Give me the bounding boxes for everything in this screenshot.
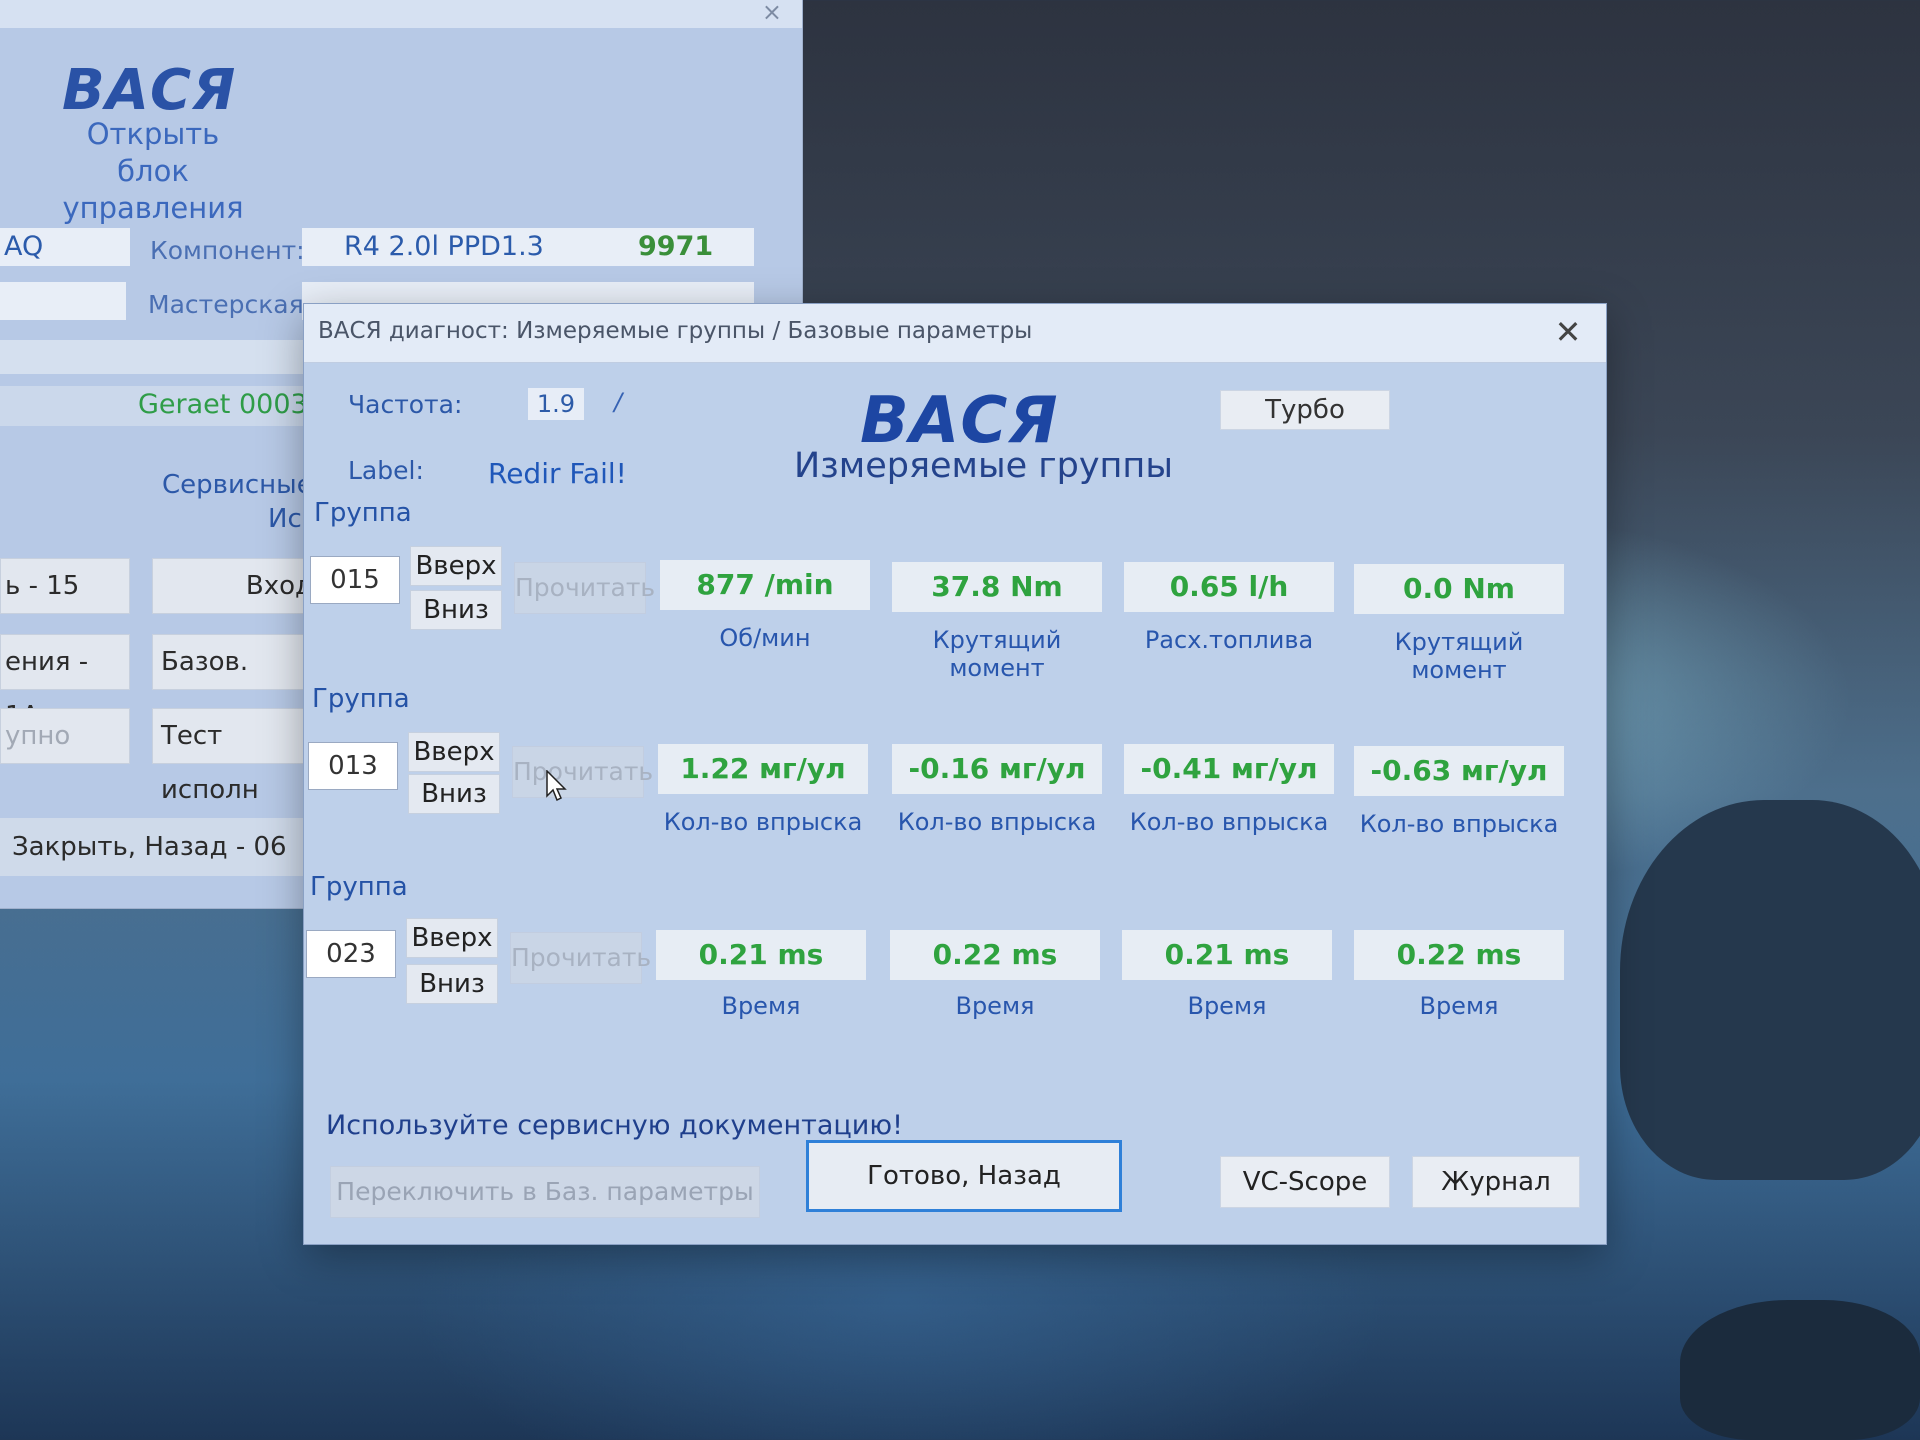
component-label: Компонент: [150,236,305,265]
label-value: Redir Fail! [488,457,627,490]
group-2-up-button[interactable]: Вверх [408,732,500,772]
switch-basic-params-button[interactable]: Переключить в Баз. параметры [330,1166,760,1218]
group-2-number-input[interactable]: 013 [308,742,398,790]
group-2-value-4: -0.63 мг/ул [1354,746,1564,796]
close-icon[interactable]: ✕ [1548,312,1588,352]
workshop-label: Мастерская: [148,290,313,319]
group-3-label-2: Время [955,992,1035,1020]
wallpaper-rock [1680,1300,1920,1440]
dialog-titlebar: ВАСЯ диагност: Измеряемые группы / Базов… [304,304,1606,363]
group-3-value-3: 0.21 ms [1122,930,1332,980]
group-1-label-2: Крутящий момент [932,626,1062,682]
service-doc-hint: Используйте сервисную документацию! [326,1110,903,1141]
group-3-read-button[interactable]: Прочитать [510,932,651,984]
group-3-value-1: 0.21 ms [656,930,866,980]
frequency-value: 1.9 [528,388,584,420]
group-2-down-button[interactable]: Вниз [408,774,500,814]
group-1-label-3: Расх.топлива [1144,626,1314,654]
group-3-label-1: Время [721,992,801,1020]
dialog-title: ВАСЯ диагност: Измеряемые группы / Базов… [318,318,1033,344]
dialog-subtitle: Измеряемые группы [794,446,1173,486]
group-1-read-button[interactable]: Прочитать [514,562,655,614]
bg-button-actuator-test[interactable]: Тест исполн [152,708,322,805]
group-3-label-4: Время [1419,992,1499,1020]
component-field: R4 2.0l PPD1.3 9971 [302,228,754,266]
group-3-up-button[interactable]: Вверх [406,918,498,958]
group-1-value-3: 0.65 l/h [1124,562,1334,612]
group-2-label-4: Кол-во впрыска [1359,810,1559,838]
group-1-value-2: 37.8 Nm [892,562,1102,612]
bg-button-left-3[interactable]: упно [0,708,130,764]
wallpaper-rock [1620,800,1920,1180]
bg-button-login[interactable]: Вход [152,558,318,614]
group-2-label-3: Кол-во впрыска [1129,808,1329,836]
group-2-read-button[interactable]: Прочитать [512,746,653,798]
background-titlebar: × [0,0,802,28]
close-icon[interactable]: × [762,0,782,26]
group-2-label-1: Кол-во впрыска [663,808,863,836]
component-code: 9971 [638,231,714,262]
group-2-value-2: -0.16 мг/ул [892,744,1102,794]
bg-button-close-back[interactable]: Закрыть, Назад - 06 [0,818,312,876]
group-1-value-4: 0.0 Nm [1354,564,1564,614]
bg-button-left-1[interactable]: ь - 15 [0,558,130,614]
frequency-slash: / [614,388,623,416]
group-1-label-1: Об/мин [719,624,811,652]
group-3-number-input[interactable]: 023 [306,930,396,978]
done-back-button[interactable]: Готово, Назад [806,1140,1122,1212]
frequency-label: Частота: [348,390,463,419]
group-1-title: Группа [314,498,412,528]
geraet-text: Geraet 0003 [138,389,308,420]
mouse-cursor-icon [546,770,567,802]
vc-scope-button[interactable]: VC-Scope [1220,1156,1390,1208]
group-3-title: Группа [310,872,408,902]
group-1-down-button[interactable]: Вниз [410,590,502,630]
group-1-label-4: Крутящий момент [1394,628,1524,684]
bg-button-basic-params[interactable]: Базов. пара [152,634,322,731]
group-3-label-3: Время [1187,992,1267,1020]
open-control-unit-link[interactable]: Открыть блок управления [48,116,258,227]
group-1-value-1: 877 /min [660,560,870,610]
field-empty [0,282,126,320]
turbo-button[interactable]: Турбо [1220,390,1390,430]
journal-button[interactable]: Журнал [1412,1156,1580,1208]
group-3-value-2: 0.22 ms [890,930,1100,980]
group-2-value-1: 1.22 мг/ул [658,744,868,794]
label-label: Label: [348,456,424,485]
group-2-label-2: Кол-во впрыска [897,808,1097,836]
group-1-number-input[interactable]: 015 [310,556,400,604]
measuring-groups-dialog: ВАСЯ диагност: Измеряемые группы / Базов… [304,304,1606,1244]
service-title: Сервисные [162,470,313,500]
group-3-value-4: 0.22 ms [1354,930,1564,980]
bg-button-left-2[interactable]: ения - 1А [0,634,130,731]
group-2-title: Группа [312,684,410,714]
app-logo: ВАСЯ [62,58,237,123]
group-2-value-3: -0.41 мг/ул [1124,744,1334,794]
field-aq: AQ [0,228,130,266]
component-value: R4 2.0l PPD1.3 [344,231,544,262]
group-3-down-button[interactable]: Вниз [406,964,498,1004]
group-1-up-button[interactable]: Вверх [410,546,502,586]
